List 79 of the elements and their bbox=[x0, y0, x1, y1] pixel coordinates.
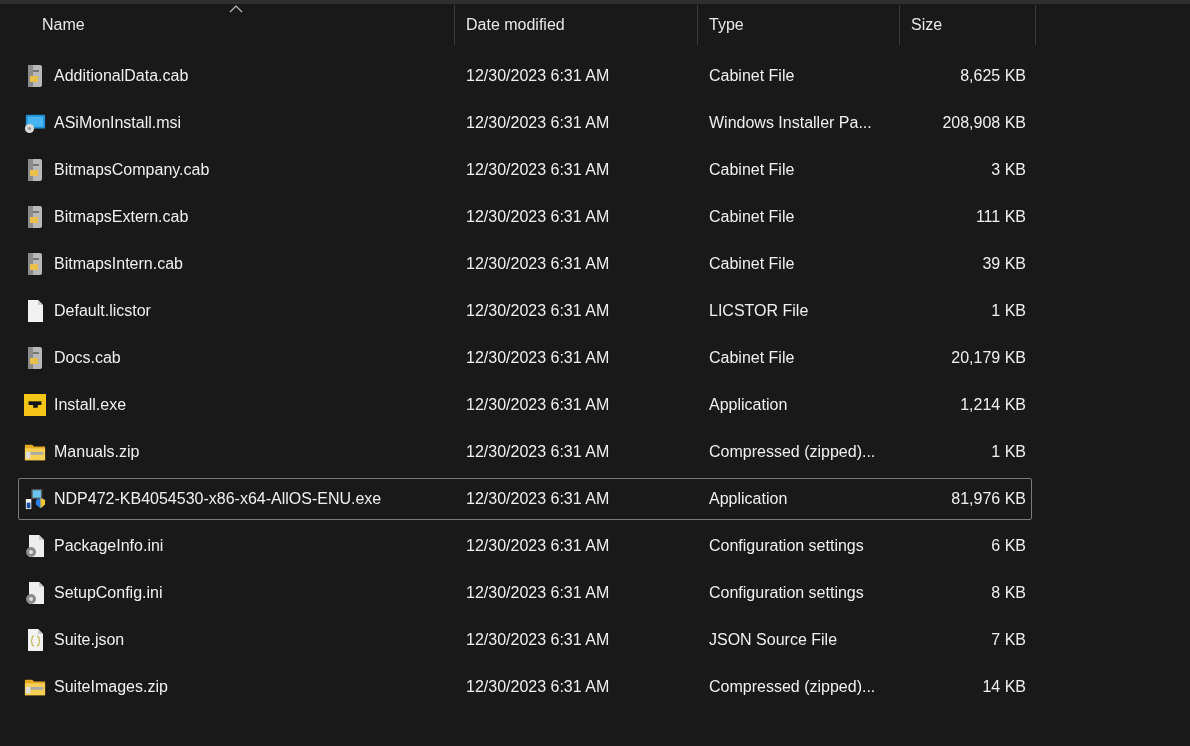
file-type: JSON Source File bbox=[708, 631, 839, 649]
file-row[interactable]: AdditionalData.cab 12/30/2023 6:31 AM Cabinet File 8,625 KB bbox=[18, 55, 1032, 97]
file-size: 3 KB bbox=[990, 161, 1027, 179]
file-type: Cabinet File bbox=[708, 255, 796, 273]
file-type: Cabinet File bbox=[708, 67, 796, 85]
file-row[interactable]: Manuals.zip 12/30/2023 6:31 AM Compressed (zipped)... 1 KB bbox=[18, 431, 1032, 473]
file-type: LICSTOR File bbox=[708, 302, 810, 320]
date-modified: 12/30/2023 6:31 AM bbox=[465, 208, 611, 226]
file-size: 7 KB bbox=[990, 631, 1027, 649]
settings-file-icon bbox=[24, 581, 46, 605]
file-type: Compressed (zipped)... bbox=[708, 443, 877, 461]
file-size: 111 KB bbox=[974, 208, 1027, 226]
file-row[interactable]: Default.licstor 12/30/2023 6:31 AM LICSTOR File 1 KB bbox=[18, 290, 1032, 332]
file-row[interactable]: SuiteImages.zip 12/30/2023 6:31 AM Compressed (zipped)... 14 KB bbox=[18, 666, 1032, 708]
column-header[interactable]: Date modified bbox=[455, 5, 698, 45]
date-modified: 12/30/2023 6:31 AM bbox=[465, 631, 611, 649]
file-name: PackageInfo.ini bbox=[54, 537, 164, 555]
file-name: Default.licstor bbox=[54, 302, 151, 320]
file-name: AdditionalData.cab bbox=[54, 67, 189, 85]
file-row[interactable]: Docs.cab 12/30/2023 6:31 AM Cabinet File 20,179 KB bbox=[18, 337, 1032, 379]
file-name: BitmapsIntern.cab bbox=[54, 255, 183, 273]
file-size: 39 KB bbox=[981, 255, 1027, 273]
date-modified: 12/30/2023 6:31 AM bbox=[465, 443, 611, 461]
file-type: Cabinet File bbox=[708, 208, 796, 226]
file-name: NDP472-KB4054530-x86-x64-AllOS-ENU.exe bbox=[54, 490, 382, 508]
file-name: SuiteImages.zip bbox=[54, 678, 168, 696]
file-size: 20,179 KB bbox=[950, 349, 1027, 367]
file-size: 8,625 KB bbox=[959, 67, 1027, 85]
file-size: 81,976 KB bbox=[950, 490, 1027, 508]
column-header[interactable]: Type bbox=[698, 5, 900, 45]
file-row[interactable]: BitmapsCompany.cab 12/30/2023 6:31 AM Cabinet File 3 KB bbox=[18, 149, 1032, 191]
date-modified: 12/30/2023 6:31 AM bbox=[465, 349, 611, 367]
column-header[interactable]: Size bbox=[900, 5, 1036, 45]
date-modified: 12/30/2023 6:31 AM bbox=[465, 302, 611, 320]
date-modified: 12/30/2023 6:31 AM bbox=[465, 161, 611, 179]
file-size: 14 KB bbox=[981, 678, 1027, 696]
file-name: Install.exe bbox=[54, 396, 127, 414]
file-name: BitmapsExtern.cab bbox=[54, 208, 189, 226]
file-name: Suite.json bbox=[54, 631, 125, 649]
date-modified: 12/30/2023 6:31 AM bbox=[465, 255, 611, 273]
file-type: Configuration settings bbox=[708, 537, 865, 555]
file-row[interactable]: SetupConfig.ini 12/30/2023 6:31 AM Configuration settings 8 KB bbox=[18, 572, 1032, 614]
file-type: Application bbox=[708, 490, 789, 508]
date-modified: 12/30/2023 6:31 AM bbox=[465, 114, 611, 132]
sort-ascending-icon bbox=[229, 5, 243, 13]
file-name: BitmapsCompany.cab bbox=[54, 161, 210, 179]
column-header[interactable]: Name bbox=[18, 5, 455, 45]
file-size: 1 KB bbox=[990, 443, 1027, 461]
date-modified: 12/30/2023 6:31 AM bbox=[465, 396, 611, 414]
file-name: Docs.cab bbox=[54, 349, 121, 367]
file-type: Windows Installer Pa... bbox=[708, 114, 873, 132]
file-type: Compressed (zipped)... bbox=[708, 678, 877, 696]
date-modified: 12/30/2023 6:31 AM bbox=[465, 678, 611, 696]
file-row[interactable]: ASiMonInstall.msi 12/30/2023 6:31 AM Windows Installer Pa... 208,908 KB bbox=[18, 102, 1032, 144]
file-size: 6 KB bbox=[990, 537, 1027, 555]
file-type: Cabinet File bbox=[708, 161, 796, 179]
date-modified: 12/30/2023 6:31 AM bbox=[465, 537, 611, 555]
file-row[interactable]: Suite.json 12/30/2023 6:31 AM JSON Source File 7 KB bbox=[18, 619, 1032, 661]
settings-file-icon bbox=[24, 534, 46, 558]
file-name: SetupConfig.ini bbox=[54, 584, 163, 602]
file-row[interactable]: PackageInfo.ini 12/30/2023 6:31 AM Configuration settings 6 KB bbox=[18, 525, 1032, 567]
file-type: Configuration settings bbox=[708, 584, 865, 602]
file-size: 1 KB bbox=[990, 302, 1027, 320]
file-row[interactable]: Install.exe 12/30/2023 6:31 AM Application 1,214 KB bbox=[18, 384, 1032, 426]
file-row[interactable]: BitmapsExtern.cab 12/30/2023 6:31 AM Cabinet File 111 KB bbox=[18, 196, 1032, 238]
date-modified: 12/30/2023 6:31 AM bbox=[465, 490, 611, 508]
file-type: Application bbox=[708, 396, 789, 414]
file-name: Manuals.zip bbox=[54, 443, 140, 461]
file-size: 208,908 KB bbox=[941, 114, 1027, 132]
file-size: 8 KB bbox=[990, 584, 1027, 602]
file-type: Cabinet File bbox=[708, 349, 796, 367]
application-icon bbox=[24, 393, 46, 417]
date-modified: 12/30/2023 6:31 AM bbox=[465, 67, 611, 85]
file-row[interactable]: BitmapsIntern.cab 12/30/2023 6:31 AM Cabinet File 39 KB bbox=[18, 243, 1032, 285]
date-modified: 12/30/2023 6:31 AM bbox=[465, 584, 611, 602]
file-size: 1,214 KB bbox=[959, 396, 1027, 414]
setup-computer-icon bbox=[24, 487, 46, 511]
file-name: ASiMonInstall.msi bbox=[54, 114, 182, 132]
file-row[interactable]: NDP472-KB4054530-x86-x64-AllOS-ENU.exe 12/30/2023 6:31 AM Application 81,976 KB bbox=[18, 478, 1032, 520]
